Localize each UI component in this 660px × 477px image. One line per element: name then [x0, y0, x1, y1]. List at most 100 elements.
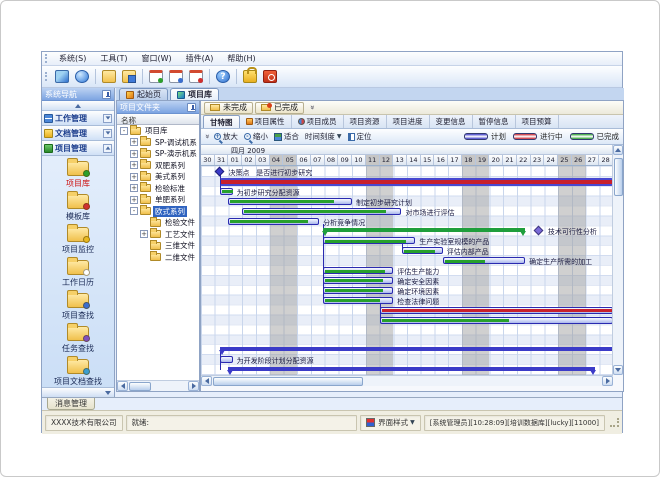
gantt-task-bar[interactable]: [443, 257, 525, 264]
tree-toggle[interactable]: -: [130, 207, 138, 215]
network-button[interactable]: [52, 68, 72, 86]
gantt-task-bar[interactable]: [380, 307, 613, 314]
gantt-task-bar[interactable]: [228, 198, 352, 205]
tree-node[interactable]: +单肥系列: [117, 194, 199, 206]
detail-tab[interactable]: 项目属性: [240, 115, 292, 128]
gantt-summary-bar[interactable]: [220, 347, 613, 351]
tree-toggle[interactable]: +: [130, 184, 138, 192]
tree-toggle[interactable]: +: [130, 138, 138, 146]
gantt-task-bar[interactable]: [323, 287, 393, 294]
tree-node[interactable]: +检验标准: [117, 183, 199, 195]
scroll-down-button[interactable]: [613, 365, 623, 375]
gantt-task-bar[interactable]: [323, 267, 393, 274]
tree-node[interactable]: 三维文件: [117, 240, 199, 252]
gantt-summary-progress-bar[interactable]: [220, 178, 613, 186]
scroll-right-button[interactable]: [188, 381, 199, 391]
tree-node[interactable]: +工艺文件: [117, 229, 199, 241]
tree-node[interactable]: 二维文件: [117, 252, 199, 264]
menu-item[interactable]: 系统(S): [52, 52, 93, 65]
sidebar-scroll-up[interactable]: [42, 101, 114, 111]
folder-open-button[interactable]: [99, 68, 119, 86]
tree-horizontal-scrollbar[interactable]: [117, 380, 199, 391]
folder-view-button[interactable]: [119, 68, 139, 86]
pin-icon[interactable]: [187, 103, 196, 112]
doc-tab-start-page[interactable]: 起始页: [119, 88, 168, 100]
detail-tab[interactable]: 项目资源: [344, 115, 387, 128]
resize-grip[interactable]: [610, 418, 619, 427]
gantt-summary-bar[interactable]: [228, 367, 595, 371]
sidebar-item[interactable]: 模板库: [42, 191, 114, 224]
nav-group[interactable]: 文档管理: [42, 126, 114, 141]
gantt-summary-bar[interactable]: [323, 228, 525, 232]
sidebar-item[interactable]: 项目查找: [42, 290, 114, 323]
fit-button[interactable]: 适合: [274, 131, 299, 142]
gantt-horizontal-scrollbar[interactable]: [201, 375, 613, 386]
gantt-task-bar[interactable]: [323, 237, 415, 244]
scroll-left-button[interactable]: [117, 381, 128, 391]
gantt-task-bar[interactable]: [323, 297, 393, 304]
calendar-edit-button[interactable]: [166, 68, 186, 86]
tree-toggle[interactable]: -: [120, 127, 128, 135]
tree-toggle[interactable]: +: [130, 196, 138, 204]
gantt-vertical-scrollbar[interactable]: [612, 145, 623, 375]
doc-tab-project-library[interactable]: 项目库: [170, 88, 219, 100]
nav-group[interactable]: 项目管理: [42, 141, 114, 156]
scroll-thumb[interactable]: [614, 158, 623, 196]
scroll-left-button[interactable]: [201, 376, 212, 386]
group-chevron-button[interactable]: [103, 129, 112, 138]
gantt-milestone[interactable]: [215, 167, 225, 177]
toolbar-grip[interactable]: [45, 72, 49, 81]
detail-tab[interactable]: 项目进度: [387, 115, 430, 128]
sidebar-item[interactable]: 工作日历: [42, 257, 114, 290]
detail-tab[interactable]: 变更信息: [430, 115, 473, 128]
zoom-out-button[interactable]: -缩小: [244, 131, 268, 142]
locate-button[interactable]: 定位: [348, 131, 372, 142]
gantt-task-bar[interactable]: [242, 208, 401, 215]
gantt-task-bar[interactable]: [220, 356, 233, 363]
detail-tab[interactable]: 甘特图: [203, 115, 240, 128]
scroll-thumb[interactable]: [129, 382, 151, 391]
tree-node[interactable]: +双肥系列: [117, 160, 199, 172]
sidebar-item[interactable]: 任务查找: [42, 323, 114, 356]
completed-filter-button[interactable]: 已完成: [255, 102, 304, 114]
zoom-in-button[interactable]: +放大: [214, 131, 238, 142]
pending-filter-button[interactable]: 未完成: [204, 102, 253, 114]
calendar-new-button[interactable]: [146, 68, 166, 86]
sidebar-item[interactable]: 项目监控: [42, 224, 114, 257]
message-manager-tab[interactable]: 消息管理: [47, 398, 95, 410]
detail-tab[interactable]: 项目预算: [516, 115, 559, 128]
tree-node[interactable]: +美式系列: [117, 171, 199, 183]
scroll-thumb[interactable]: [213, 377, 363, 386]
overflow-chevron-icon[interactable]: »: [308, 105, 317, 110]
interface-style-button[interactable]: 界面样式 ▼: [360, 415, 421, 431]
menu-item[interactable]: 插件(A): [179, 52, 221, 65]
tree-toggle[interactable]: +: [130, 173, 138, 181]
menu-item[interactable]: 工具(T): [93, 52, 134, 65]
gantt-task-bar[interactable]: [228, 218, 319, 225]
globe-button[interactable]: [72, 68, 92, 86]
sidebar-item[interactable]: 项目文档查找: [42, 356, 114, 389]
time-scale-button[interactable]: 时间刻度▼: [305, 131, 342, 142]
calendar-delete-button[interactable]: [186, 68, 206, 86]
tree-toggle[interactable]: +: [140, 230, 148, 238]
tree-node[interactable]: 检验文件: [117, 217, 199, 229]
group-chevron-button[interactable]: [103, 114, 112, 123]
tree-toggle[interactable]: +: [130, 161, 138, 169]
group-chevron-button[interactable]: [103, 144, 112, 153]
menu-item[interactable]: 窗口(W): [134, 52, 178, 65]
gantt-milestone[interactable]: [534, 226, 544, 236]
help-button[interactable]: ?: [213, 68, 233, 86]
menubar-grip[interactable]: [45, 54, 49, 63]
gantt-task-bar[interactable]: [380, 317, 613, 324]
gantt-task-bar[interactable]: [323, 277, 393, 284]
tree-node[interactable]: -项目库: [117, 125, 199, 137]
sidebar-item[interactable]: 项目库: [42, 158, 114, 191]
scroll-up-button[interactable]: [613, 145, 623, 155]
tree-toggle[interactable]: +: [130, 150, 138, 158]
exit-button[interactable]: [260, 68, 280, 86]
sidebar-collapsed-strip[interactable]: [42, 387, 114, 397]
scroll-right-button[interactable]: [602, 376, 613, 386]
tree-node[interactable]: -欧式系列: [117, 206, 199, 218]
pin-icon[interactable]: [102, 90, 111, 99]
tree-node[interactable]: +SP-调试机系: [117, 137, 199, 149]
